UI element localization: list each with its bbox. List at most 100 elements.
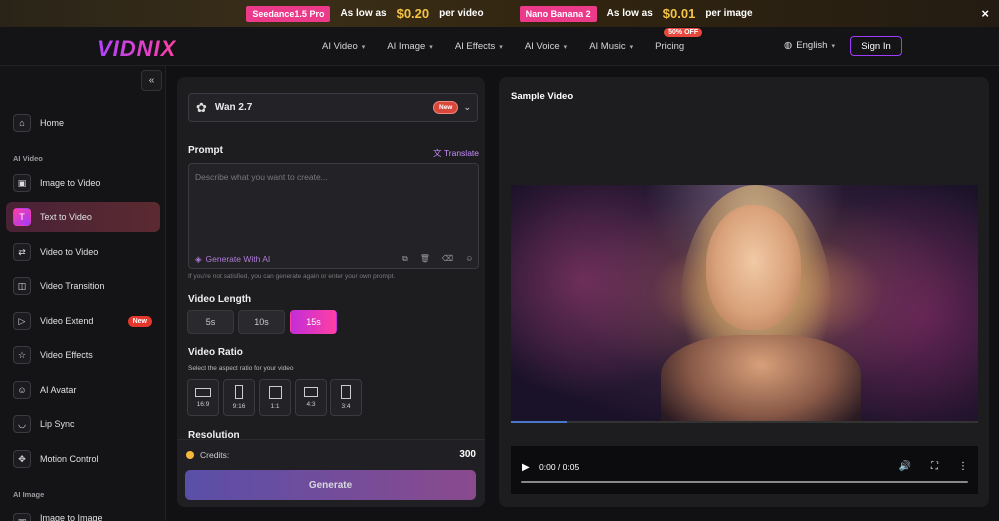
copy-icon[interactable]: ⧉ (402, 254, 408, 264)
chevron-down-icon: ▾ (361, 43, 366, 51)
promo-banner[interactable]: Seedance1.5 Pro As low as $0.20 per vide… (0, 0, 999, 27)
logo[interactable]: VIDNIX (97, 36, 176, 62)
buffer-bar (511, 421, 978, 423)
sidebar-item-lip-sync[interactable]: ◡ Lip Sync (6, 409, 160, 439)
sidebar-item-video-transition[interactable]: ◫ Video Transition (6, 271, 160, 301)
sidebar-item-motion-control[interactable]: ✥ Motion Control (6, 444, 160, 474)
promo-tag-nano-banana[interactable]: Nano Banana 2 (519, 5, 597, 22)
coin-icon (186, 451, 194, 459)
sidebar-item-ai-avatar[interactable]: ☺ AI Avatar (6, 375, 160, 405)
menu-label: Pricing (655, 41, 685, 52)
chevron-down-icon: ▾ (563, 43, 568, 51)
menu-label: AI Effects (454, 41, 496, 52)
menu-label: AI Voice (524, 41, 560, 52)
home-icon: ⌂ (13, 114, 31, 132)
prompt-hint: If you're not satisfied, you can generat… (188, 273, 396, 280)
model-selector[interactable]: ✿ Wan 2.7 New ⌄ (188, 93, 478, 122)
menu-ai-effects[interactable]: AI Effects ▾ (455, 41, 503, 52)
delete-icon[interactable]: ⌫ (442, 254, 453, 264)
close-icon[interactable]: × (981, 6, 989, 21)
ratio-label: 3:4 (341, 403, 351, 410)
ratio-option-16-9[interactable]: 16:9 (187, 379, 219, 416)
sample-video-frame[interactable] (511, 185, 978, 423)
fullscreen-icon[interactable]: ⛶ (931, 461, 938, 472)
ratio-label: 4:3 (306, 401, 316, 408)
volume-icon[interactable]: 🔊 (899, 461, 911, 472)
credits-value: 300 (459, 449, 476, 460)
trash-icon[interactable]: 🗑 (420, 254, 430, 264)
video-subject-face (706, 205, 801, 330)
translate-label: Translate (443, 148, 480, 158)
sidebar-item-video-extend[interactable]: ▷ Video Extend New (6, 306, 160, 336)
menu-label: AI Image (387, 41, 426, 52)
language-label: English (796, 40, 828, 51)
video-time: 0:00 / 0:05 (539, 462, 580, 472)
main-menu: AI Video ▾ AI Image ▾ AI Effects ▾ AI Voice… (322, 28, 703, 52)
promo-price-2: $0.01 (662, 6, 696, 21)
sidebar-item-label: AI Avatar (40, 385, 77, 395)
length-option-15s[interactable]: 15s (290, 310, 337, 334)
translate-button[interactable]: 文 Translate (433, 147, 479, 159)
model-logo-icon: ✿ (196, 99, 207, 115)
length-option-5s[interactable]: 5s (187, 310, 234, 334)
image-to-video-icon: ▣ (13, 174, 31, 192)
video-transition-icon: ◫ (13, 277, 31, 295)
sidebar-section-ai-image: AI Image (13, 490, 45, 499)
sidebar-item-text-to-video[interactable]: T Text to Video (6, 202, 160, 232)
smile-icon[interactable]: ☺ (465, 254, 473, 264)
ratio-option-1-1[interactable]: 1:1 (259, 379, 291, 416)
ratio-option-9-16[interactable]: 9:16 (223, 379, 255, 416)
credits: Credits: (186, 450, 229, 460)
lip-sync-icon: ◡ (13, 415, 31, 433)
sidebar-item-home[interactable]: ⌂ Home (6, 108, 160, 138)
sidebar-item-label: Video Transition (40, 281, 105, 291)
sidebar-item-video-to-video[interactable]: ⇄ Video to Video (6, 237, 160, 267)
ratio-option-3-4[interactable]: 3:4 (330, 379, 362, 416)
discount-badge: 50% OFF (664, 28, 703, 37)
ratio-option-4-3[interactable]: 4:3 (295, 379, 327, 416)
ratio-shape (195, 387, 211, 397)
avatar-icon: ☺ (13, 381, 31, 399)
menu-ai-music[interactable]: AI Music ▾ (589, 41, 633, 52)
length-option-10s[interactable]: 10s (238, 310, 285, 334)
promo-price-1: $0.20 (396, 6, 430, 21)
sign-in-button[interactable]: Sign In (850, 36, 902, 56)
video-subject-body (661, 335, 861, 423)
video-extend-icon: ▷ (13, 312, 31, 330)
generation-panel: ✿ Wan 2.7 New ⌄ Prompt 文 Translate ◈ Gen… (177, 77, 485, 507)
collapse-sidebar-button[interactable]: « (141, 70, 162, 91)
sample-video-panel: Sample Video ▶ 0:00 / 0:05 🔊 ⛶ ⋮ (499, 77, 989, 507)
menu-ai-image[interactable]: AI Image ▾ (387, 41, 433, 52)
ratio-label: 1:1 (270, 402, 280, 410)
sidebar-item-label: Image to Image (40, 513, 103, 521)
more-options-icon[interactable]: ⋮ (958, 461, 968, 472)
text-to-video-icon: T (13, 208, 31, 226)
menu-label: AI Video (322, 41, 358, 52)
sidebar-item-image-to-image[interactable]: ▣ Image to Image (6, 505, 160, 521)
video-control-buttons: 🔊 ⛶ ⋮ (899, 461, 968, 472)
ratio-shape (268, 385, 282, 399)
sidebar-item-label: Lip Sync (40, 419, 75, 429)
sidebar-item-image-to-video[interactable]: ▣ Image to Video (6, 168, 160, 198)
language-selector[interactable]: ◍ English ▾ (784, 40, 835, 51)
translate-icon: 文 (433, 148, 442, 158)
menu-ai-voice[interactable]: AI Voice ▾ (525, 41, 567, 52)
play-icon[interactable]: ▶ (522, 462, 530, 473)
menu-ai-video[interactable]: AI Video ▾ (322, 41, 365, 52)
prompt-input[interactable] (189, 164, 478, 246)
sparkle-icon: ◈ (195, 254, 202, 264)
generate-button[interactable]: Generate (185, 470, 476, 500)
sidebar-item-label: Image to Video (40, 178, 101, 188)
chevron-down-icon: ▾ (629, 43, 634, 51)
buffer-fill (511, 421, 568, 423)
sidebar-item-video-effects[interactable]: ☆ Video Effects (6, 340, 160, 370)
seek-bar[interactable] (521, 481, 968, 483)
promo-tag-seedance[interactable]: Seedance1.5 Pro (246, 5, 331, 22)
sidebar-section-ai-video: AI Video (13, 154, 43, 163)
sidebar-item-label: Video Effects (40, 350, 93, 360)
menu-pricing[interactable]: Pricing 50% OFF (655, 28, 703, 52)
sample-video-title: Sample Video (511, 91, 574, 102)
promo-suffix-1: per video (439, 8, 484, 19)
new-badge: New (433, 101, 459, 114)
generate-with-ai-button[interactable]: ◈ Generate With AI (195, 254, 270, 265)
